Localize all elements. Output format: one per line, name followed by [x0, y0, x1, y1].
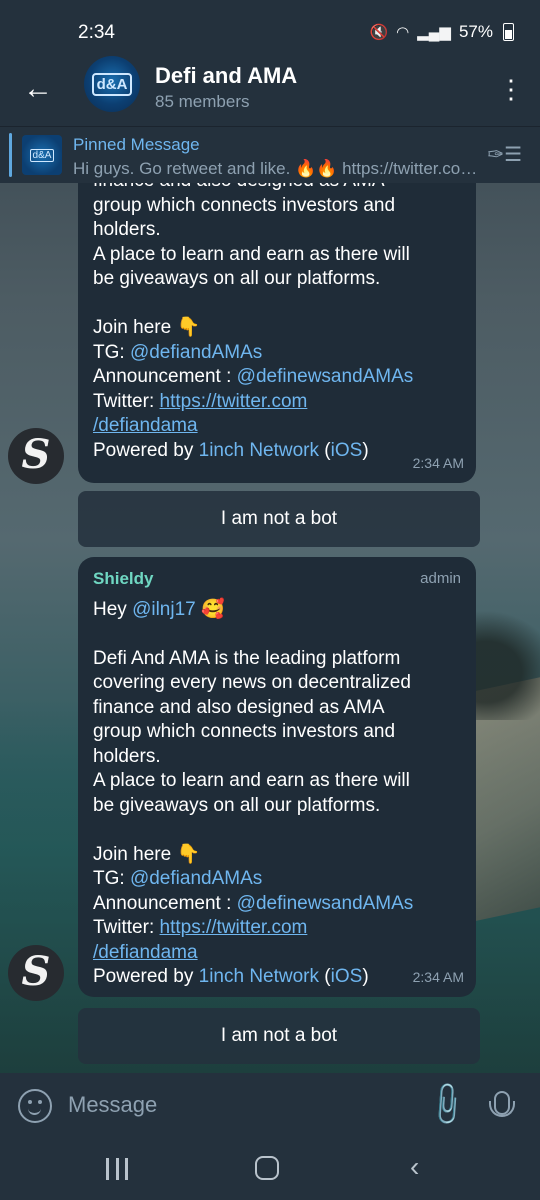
- status-time: 2:34: [78, 22, 115, 43]
- message-line: holders.: [93, 219, 161, 240]
- battery-icon: [503, 23, 514, 41]
- message-bubble[interactable]: finance and also designed as AMA group w…: [78, 183, 476, 483]
- message-line: covering every news on decentralized: [93, 672, 411, 693]
- powered-by-link[interactable]: 1inch Network: [199, 440, 319, 461]
- pin-list-icon[interactable]: ✑☰: [487, 142, 522, 167]
- powered-line: Powered by 1inch Network (iOS): [93, 439, 369, 461]
- ios-link[interactable]: iOS: [331, 440, 363, 461]
- announcement-link[interactable]: @definewsandAMAs: [237, 893, 414, 914]
- not-a-bot-button[interactable]: I am not a bot: [78, 1008, 480, 1064]
- battery-percent: 57%: [458, 22, 493, 41]
- back-arrow-icon[interactable]: ←: [20, 72, 56, 108]
- announcement-line: Announcement : @definewsandAMAs: [93, 892, 414, 914]
- message-time: 2:34 AM: [412, 454, 464, 471]
- home-icon[interactable]: [255, 1156, 279, 1180]
- emoji-icon[interactable]: [18, 1089, 52, 1123]
- join-line: Join here 👇: [93, 843, 201, 865]
- sender-role-badge: admin: [420, 570, 461, 587]
- sender-name[interactable]: Shieldy: [93, 567, 153, 592]
- signal-icon: ▂▄▆: [417, 24, 451, 41]
- pinned-indicator: [9, 133, 12, 177]
- status-icons: 🔇 ◠ ▂▄▆ 57%: [369, 22, 514, 42]
- tg-line: TG: @defiandAMAs: [93, 341, 263, 363]
- message-line: Defi And AMA is the leading platform: [93, 647, 401, 669]
- message-line: holders.: [93, 745, 161, 767]
- message-line: be giveaways on all our platforms.: [93, 794, 381, 816]
- member-count: 85 members: [155, 92, 250, 111]
- nav-back-icon[interactable]: ‹: [410, 1151, 419, 1183]
- tg-line: TG: @defiandAMAs: [93, 868, 263, 889]
- chat-header: ← d&A Defi and AMA 85 members ⋮: [0, 56, 540, 126]
- mention-link[interactable]: @ilnj17: [132, 599, 196, 620]
- greeting-line: Hey @ilnj17 🥰: [93, 598, 225, 620]
- microphone-icon[interactable]: [489, 1091, 515, 1117]
- sender-avatar[interactable]: S: [8, 945, 64, 1001]
- twitter-url-link[interactable]: https://twitter.com: [160, 391, 308, 412]
- sender-avatar[interactable]: S: [8, 428, 64, 484]
- twitter-line-cont: /defiandama: [93, 941, 461, 966]
- wifi-icon: ◠: [396, 24, 410, 41]
- twitter-line: Twitter: https://twitter.com: [93, 917, 308, 938]
- status-bar: 2:34 🔇 ◠ ▂▄▆ 57%: [0, 0, 540, 64]
- pinned-thumbnail: d&A: [22, 135, 62, 175]
- twitter-url-link[interactable]: /defiandama: [93, 415, 198, 436]
- ios-link[interactable]: iOS: [331, 966, 363, 987]
- message-line: finance and also designed as AMA: [93, 696, 385, 718]
- chat-title[interactable]: Defi and AMA: [155, 63, 297, 89]
- pinned-message-bar[interactable]: d&A Pinned Message Hi guys. Go retweet a…: [0, 126, 540, 183]
- message-line: finance and also designed as AMA: [93, 183, 461, 194]
- tg-link[interactable]: @defiandAMAs: [130, 342, 262, 363]
- message-bubble[interactable]: Shieldy admin Hey @ilnj17 🥰 Defi And AMA…: [78, 557, 476, 997]
- more-options-icon[interactable]: ⋮: [498, 70, 524, 110]
- sender-row: Shieldy admin: [93, 567, 461, 592]
- mute-icon: 🔇: [369, 24, 389, 41]
- message-time: 2:34 AM: [412, 968, 464, 985]
- message-line: group which connects investors and: [93, 194, 396, 216]
- not-a-bot-button[interactable]: I am not a bot: [78, 491, 480, 547]
- twitter-url-link[interactable]: https://twitter.com: [160, 917, 308, 938]
- message-input[interactable]: [66, 1091, 410, 1119]
- twitter-line-cont: /defiandama: [93, 414, 461, 439]
- powered-line: Powered by 1inch Network (iOS): [93, 966, 369, 987]
- message-line: A place to learn and earn as there will: [93, 243, 410, 265]
- twitter-line: Twitter: https://twitter.com: [93, 390, 308, 412]
- message-composer: 📎: [0, 1073, 540, 1141]
- attach-icon[interactable]: 📎: [421, 1079, 472, 1130]
- message-line: group which connects investors and: [93, 721, 396, 742]
- tg-link[interactable]: @defiandAMAs: [130, 868, 262, 889]
- group-avatar-text: d&A: [91, 72, 133, 96]
- twitter-url-link[interactable]: /defiandama: [93, 942, 198, 963]
- powered-by-link[interactable]: 1inch Network: [199, 966, 319, 987]
- group-avatar[interactable]: d&A: [84, 56, 140, 112]
- message-line: A place to learn and earn as there will: [93, 770, 410, 791]
- message-list[interactable]: finance and also designed as AMA group w…: [0, 183, 540, 1073]
- join-line: Join here 👇: [93, 317, 201, 338]
- announcement-line: Announcement : @definewsandAMAs: [93, 366, 414, 387]
- announcement-link[interactable]: @definewsandAMAs: [237, 366, 414, 387]
- pinned-text: Hi guys. Go retweet and like. 🔥🔥 https:/…: [73, 159, 483, 178]
- pinned-title: Pinned Message: [73, 135, 200, 154]
- system-nav-bar: ‹: [0, 1141, 540, 1200]
- recent-apps-icon[interactable]: [106, 1158, 128, 1180]
- message-line: be giveaways on all our platforms.: [93, 268, 381, 289]
